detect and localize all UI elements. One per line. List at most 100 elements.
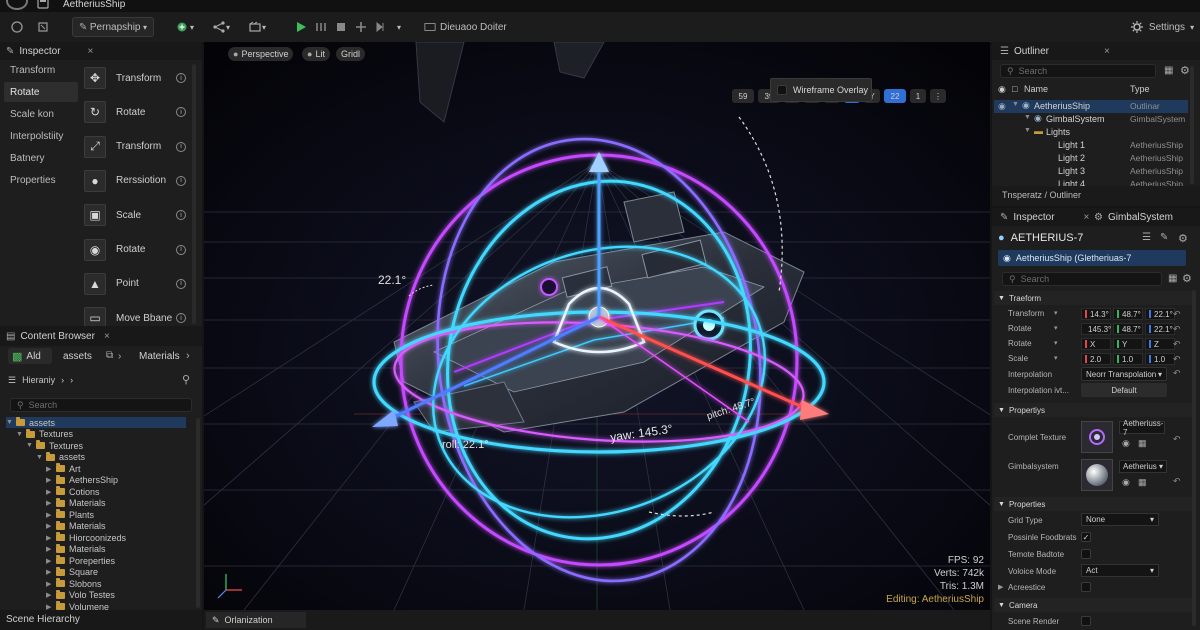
outliner-row[interactable]: ◉ ▼ ◉ AetheriusShip Outlinar [994, 100, 1188, 113]
section-properties[interactable]: ▼ Propertiys [994, 403, 1194, 417]
save-icon[interactable] [36, 0, 50, 10]
transform-value-field[interactable]: 48.7° [1113, 308, 1143, 320]
tree-item[interactable]: ▶ AethersShip [46, 474, 118, 486]
inspector-search-input[interactable]: ⚲ Search [1002, 272, 1162, 286]
tool-item[interactable]: ↻ Rotate i [80, 96, 192, 128]
chevron-down-icon[interactable]: ▼ [6, 419, 13, 426]
wireframe-overlay-menu[interactable]: Wireframe Overlay [770, 78, 872, 102]
close-icon[interactable]: × [1104, 46, 1110, 57]
info-icon[interactable]: i [176, 73, 186, 83]
content-scrollbar[interactable] [196, 418, 200, 608]
breadcrumb-assets[interactable]: assets [63, 351, 92, 362]
tree-item[interactable]: ▶ Cotions [46, 486, 100, 497]
chevron-down-icon[interactable]: ▾ [1054, 354, 1058, 362]
section-properties-2[interactable]: ▼ Properties [994, 497, 1194, 511]
texture-thumbnail[interactable] [1081, 421, 1113, 453]
use-selected-icon[interactable]: ▦ [1138, 477, 1147, 488]
transform-row-label[interactable]: Rotate [1008, 339, 1032, 348]
inspector-category-item[interactable]: Interpolstiity [4, 126, 78, 146]
transform-value-field[interactable]: X [1081, 338, 1111, 350]
tree-item[interactable]: ▶ Slobons [46, 578, 102, 589]
tool-item[interactable]: ▲ Point i [80, 268, 192, 300]
tree-item[interactable]: ▶ Plants [46, 509, 94, 520]
chevron-down-icon[interactable]: ▼ [1024, 114, 1031, 121]
info-icon[interactable]: i [176, 107, 186, 118]
cinematics-button[interactable]: ▾ [244, 17, 270, 37]
breadcrumb-materials[interactable]: Materials [139, 351, 180, 362]
grid-button[interactable]: Gridl [336, 47, 366, 61]
gimbal-field[interactable]: Aetherius ▾ [1119, 460, 1167, 473]
chevron-right-icon[interactable]: ▶ [46, 476, 52, 484]
chevron-down-icon[interactable]: ▼ [1024, 127, 1031, 134]
column-name[interactable]: Name [1024, 84, 1048, 94]
chevron-down-icon[interactable]: ▼ [16, 431, 23, 438]
tree-item[interactable]: ▶ Art [46, 463, 81, 474]
filter-icon[interactable]: ▦ [1168, 273, 1177, 284]
inspector-category-item[interactable]: Batnery [4, 148, 78, 168]
transform-value-field[interactable]: 22.1° [1145, 323, 1175, 335]
tree-item[interactable]: ▶ Poreperties [46, 555, 115, 566]
lit-button[interactable]: ● Lit [302, 47, 330, 61]
column-type[interactable]: Type [1130, 84, 1150, 94]
chevron-right-icon[interactable]: ▶ [46, 488, 52, 496]
info-icon[interactable]: i [176, 278, 186, 289]
content-search-input[interactable]: ⚲ Search [10, 398, 192, 412]
chevron-right-icon[interactable]: ▶ [46, 568, 52, 576]
transform-row-label[interactable]: Scale [1008, 354, 1028, 363]
more-icon[interactable]: ⋮ [930, 89, 946, 103]
inspector-category-item[interactable]: Transform [4, 60, 78, 80]
inspector-category-item[interactable]: Scale kon [4, 104, 78, 124]
possible-foodbrats-checkbox[interactable]: ✓ [1081, 532, 1091, 542]
info-icon[interactable]: i [176, 175, 186, 186]
outliner-search-input[interactable]: ⚲ Search [1000, 64, 1156, 78]
outliner-row[interactable]: Light 2 AetheriusShip [994, 152, 1188, 165]
chevron-down-icon[interactable]: ▾ [1054, 339, 1058, 347]
temote-badtote-checkbox[interactable] [1081, 549, 1091, 559]
transform-value-field[interactable]: Y [1113, 338, 1143, 350]
add-actor-button[interactable]: ▾ [172, 17, 198, 37]
play-icon[interactable] [292, 17, 310, 37]
visibility-icon[interactable]: ◉ [998, 101, 1006, 112]
scale-snap-icon[interactable]: 22 [884, 89, 906, 103]
tool-item[interactable]: ✥ Transform i [80, 62, 192, 94]
chevron-right-icon[interactable]: › [186, 350, 190, 362]
info-icon[interactable]: i [176, 210, 186, 221]
transform-value-field[interactable]: 22.1° [1145, 308, 1175, 320]
gear-icon[interactable]: ⚙ [1182, 272, 1192, 285]
hierarchy-label[interactable]: Hieraniy [22, 375, 55, 386]
transform-value-field[interactable]: 145.3° [1081, 323, 1111, 335]
interpolation-dropdown[interactable]: Neorr Transpolation ▾ [1081, 367, 1167, 381]
settings-button[interactable]: Settings ▾ [1128, 17, 1196, 37]
chevron-right-icon[interactable]: ▶ [46, 511, 52, 519]
chevron-right-icon[interactable]: › [61, 375, 64, 386]
filter-icon[interactable]: ▦ [1164, 65, 1173, 76]
section-transform[interactable]: ▼ Traeform [994, 291, 1194, 305]
tab-orlanization[interactable]: ✎ Orlanization [206, 612, 306, 628]
reset-icon[interactable]: ↶ [1173, 309, 1181, 320]
tree-item[interactable]: ▼ Textures [16, 428, 73, 440]
chevron-right-icon[interactable]: › [70, 375, 73, 386]
close-icon[interactable]: × [88, 46, 94, 57]
info-icon[interactable]: i [176, 141, 186, 152]
wireframe-overlay-checkbox[interactable] [777, 85, 787, 95]
chevron-right-icon[interactable]: ▶ [998, 583, 1003, 591]
gear-icon[interactable]: ⚙ [1180, 64, 1190, 77]
chevron-down-icon[interactable]: ▾ [1054, 324, 1058, 332]
skip-icon[interactable] [372, 17, 390, 37]
chevron-right-icon[interactable]: ▶ [46, 499, 52, 507]
transform-value-field[interactable]: 1.0 [1113, 353, 1143, 365]
camera-speed-icon[interactable]: 1 [910, 89, 926, 103]
transform-value-field[interactable]: 14.3° [1081, 308, 1111, 320]
default-button[interactable]: Default [1081, 383, 1167, 397]
perspective-button[interactable]: ● Perspective [228, 47, 294, 61]
tab-content-browser[interactable]: ▤ Content Browser × [0, 326, 116, 346]
transform-value-field[interactable]: 1.0 [1145, 353, 1175, 365]
tree-item[interactable]: ▶ Materials [46, 543, 106, 555]
search-icon[interactable]: ⚲ [182, 373, 190, 386]
viewport[interactable]: 22.1° roll: 22.1° yaw: 145.3° pitch: 48.… [204, 42, 990, 610]
outliner-row[interactable]: ▼ ◉ GimbalSystem GimbalSystem [994, 113, 1188, 126]
use-selected-icon[interactable]: ▦ [1138, 438, 1147, 449]
inspector-scrollbar[interactable] [1192, 290, 1196, 626]
tree-item[interactable]: ▶ Materials [46, 497, 106, 509]
chevron-right-icon[interactable]: ▶ [46, 545, 52, 553]
